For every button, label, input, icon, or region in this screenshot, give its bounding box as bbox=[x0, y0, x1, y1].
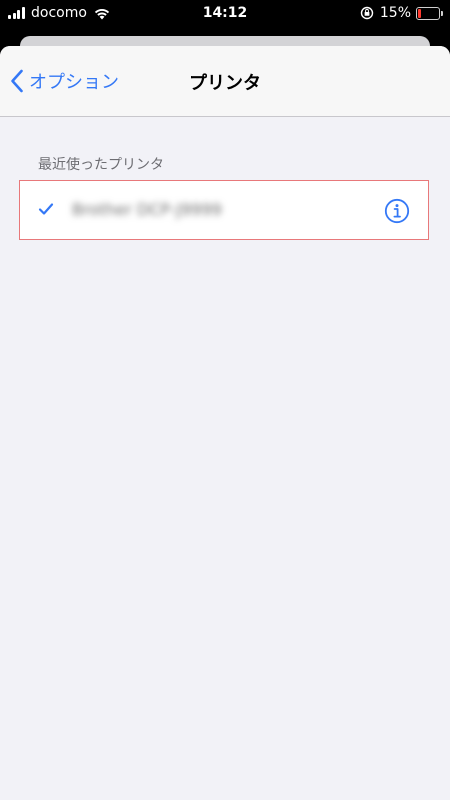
status-right: 15% bbox=[360, 5, 443, 21]
battery-icon bbox=[416, 6, 443, 20]
battery-percent: 15% bbox=[379, 5, 411, 21]
printer-name: Brother DCP-J9999 bbox=[72, 200, 222, 219]
checkmark-icon bbox=[38, 203, 54, 215]
page-title: プリンタ bbox=[189, 73, 261, 94]
battery-fill bbox=[418, 8, 421, 18]
section-header-recent-printers: 最近使ったプリンタ bbox=[38, 157, 164, 173]
rotation-lock-icon bbox=[360, 6, 374, 20]
status-bar: docomo 14:12 15% bbox=[0, 0, 450, 28]
screen: docomo 14:12 15% オプション プリンタ 最近使ったプリンタ Br… bbox=[0, 0, 450, 800]
nav-bar: オプション プリンタ bbox=[0, 46, 450, 117]
info-icon[interactable] bbox=[384, 198, 410, 224]
printer-row[interactable]: Brother DCP-J9999 bbox=[19, 180, 429, 240]
printer-sheet: オプション プリンタ 最近使ったプリンタ Brother DCP-J9999 bbox=[0, 46, 450, 800]
